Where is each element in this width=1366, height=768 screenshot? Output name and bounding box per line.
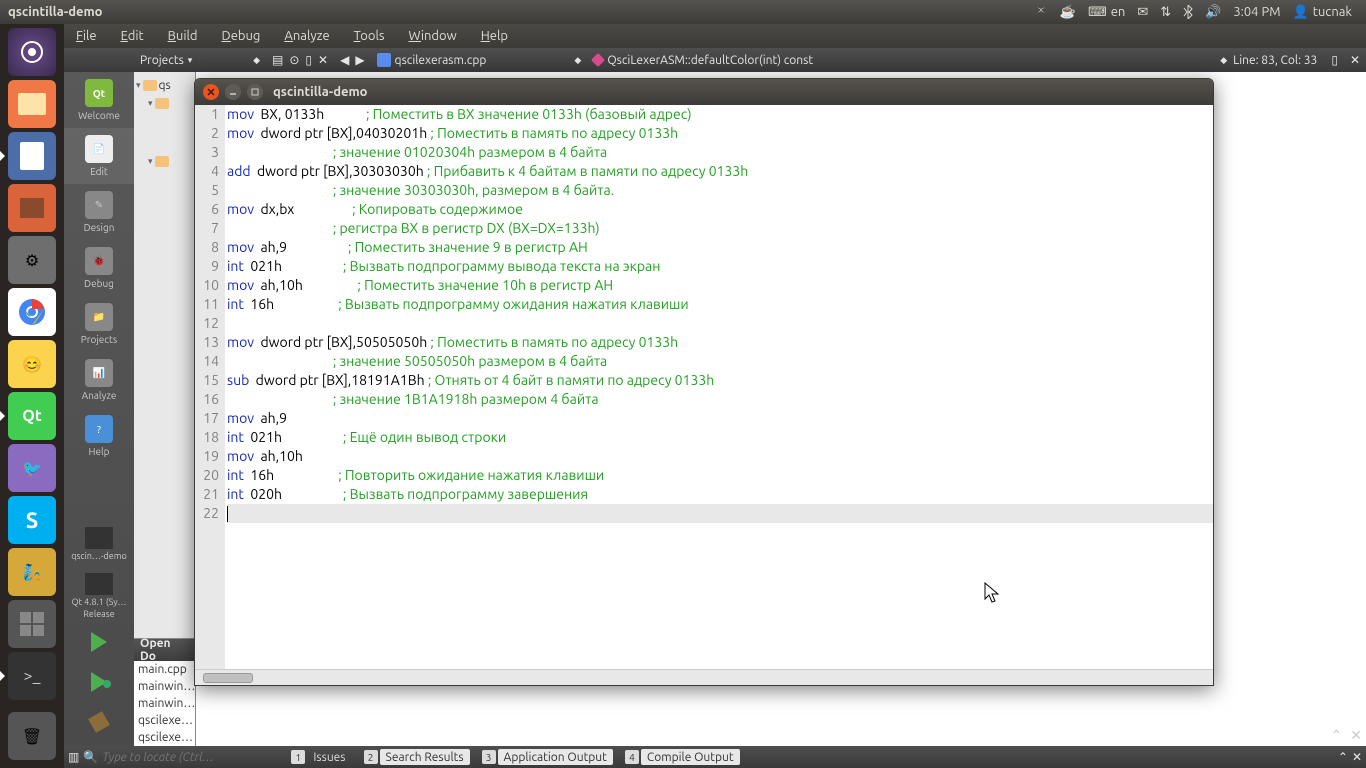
close-output-icon[interactable]: ✕	[1350, 727, 1362, 744]
projects-sidebar: ▾qs ▾ ▾ Open Do main.cpp mainwin… mainwi…	[134, 72, 196, 746]
system-menu-bar: qscintilla-demo ☕ ⌨ en ✉ ⇅ 🔊 3:04 PM 👤 t…	[0, 0, 1366, 24]
genie-icon[interactable]: 🧞	[8, 548, 56, 596]
open-doc-item[interactable]: main.cpp	[134, 661, 195, 678]
search-icon: 🔍	[83, 750, 98, 764]
filter-icon[interactable]: ▤	[272, 53, 283, 67]
projects-selector[interactable]: Projects ▾	[140, 54, 192, 67]
split-icon[interactable]: ▯	[305, 53, 312, 67]
editor-toolbar: Projects ▾ ◆ ▤ ⊙ ▯ ✕ ◀ ▶ qscilexerasm.cp…	[64, 48, 1366, 72]
mode-debug[interactable]: 🐞Debug	[64, 240, 134, 296]
horizontal-scrollbar[interactable]	[195, 669, 1213, 685]
nav-fwd-icon[interactable]: ▶	[355, 53, 364, 67]
dash-icon[interactable]	[8, 28, 56, 76]
terminal-icon[interactable]: >_	[8, 652, 56, 700]
menu-bar: File Edit Build Debug Analyze Tools Wind…	[64, 24, 1366, 48]
unity-launcher: ⚙ 😊 Qt 🐦 S 🧞 >_ 🗑	[0, 24, 64, 768]
sync-icon[interactable]: ⊙	[289, 53, 299, 67]
demo-window-title: qscintilla-demo	[273, 85, 368, 99]
output-tab-issues[interactable]: 1Issues	[287, 748, 355, 766]
menu-debug[interactable]: Debug	[222, 29, 261, 43]
chrome-icon[interactable]	[8, 288, 56, 336]
workspace-switcher-icon[interactable]	[8, 600, 56, 648]
messages-indicator[interactable]: ✉	[1137, 5, 1148, 20]
cup-indicator[interactable]: ☕	[1060, 5, 1076, 20]
keyboard-indicator[interactable]: ⌨ en	[1088, 5, 1125, 20]
output-collapse-icon[interactable]: ⌃	[1338, 750, 1348, 764]
symbol-selector[interactable]: QsciLexerASM::defaultColor(int) const ◆	[587, 48, 1233, 72]
minimize-icon[interactable]	[225, 84, 241, 100]
output-tab-search[interactable]: 2Search Results	[360, 748, 474, 766]
line-col-indicator[interactable]: Line: 83, Col: 33	[1233, 54, 1325, 67]
mode-analyze[interactable]: 📊Analyze	[64, 352, 134, 408]
file-tab[interactable]: qscilexerasm.cpp ◆	[371, 48, 588, 72]
open-documents-header[interactable]: Open Do	[134, 639, 195, 661]
mode-bar: QtWelcome 📄Edit ✎Design 🐞Debug 📁Projects…	[64, 72, 134, 746]
close-icon[interactable]	[203, 84, 219, 100]
open-doc-item[interactable]: qscilexe…	[134, 729, 195, 746]
skype-icon[interactable]: S	[8, 496, 56, 544]
output-tab-compile[interactable]: 4Compile Output	[621, 748, 744, 766]
window-title: qscintilla-demo	[8, 5, 103, 19]
close-doc-icon[interactable]: ✕	[1344, 53, 1366, 67]
trash-icon[interactable]: 🗑	[8, 712, 56, 760]
pidgin-icon[interactable]: 🐦	[8, 444, 56, 492]
symbol-icon	[591, 53, 605, 67]
menu-file[interactable]: File	[76, 29, 97, 43]
code-editor[interactable]: 12345678910111213141516171819202122 mov …	[195, 105, 1213, 669]
scrollbar-thumb[interactable]	[203, 673, 253, 683]
software-center-icon[interactable]	[8, 184, 56, 232]
output-bar: ▥ 🔍 1Issues 2Search Results 3Application…	[64, 746, 1366, 768]
folder-icon	[155, 156, 169, 167]
menu-tools[interactable]: Tools	[354, 29, 385, 43]
open-doc-item[interactable]: mainwin…	[134, 695, 195, 712]
line-number-gutter: 12345678910111213141516171819202122	[195, 105, 225, 669]
maximize-icon[interactable]	[247, 84, 263, 100]
menu-edit[interactable]: Edit	[121, 29, 144, 43]
minimize-output-icon[interactable]: ⌃	[1331, 727, 1343, 744]
folder-icon	[143, 80, 157, 91]
open-documents-panel: Open Do main.cpp mainwin… mainwin… qscil…	[134, 638, 195, 746]
emoji-app-icon[interactable]: 😊	[8, 340, 56, 388]
project-tree[interactable]: ▾qs ▾ ▾	[134, 72, 195, 638]
output-tab-app-output[interactable]: 3Application Output	[478, 748, 617, 766]
nav-back-icon[interactable]: ◀	[340, 53, 349, 67]
menu-analyze[interactable]: Analyze	[284, 29, 329, 43]
folder-icon	[155, 98, 169, 109]
locator-input[interactable]	[102, 751, 262, 764]
code-area[interactable]: mov BX, 0133h ; Поместить в BX значение …	[225, 105, 1213, 669]
menu-build[interactable]: Build	[168, 29, 198, 43]
mode-welcome[interactable]: QtWelcome	[64, 72, 134, 128]
menu-help[interactable]: Help	[481, 29, 508, 43]
toggle-sidebar-icon[interactable]: ▥	[68, 750, 79, 764]
open-documents-list[interactable]: main.cpp mainwin… mainwin… qscilexe… qsc…	[134, 661, 195, 746]
open-doc-item[interactable]: mainwin…	[134, 678, 195, 695]
locator[interactable]: 🔍	[83, 750, 283, 764]
mode-design[interactable]: ✎Design	[64, 184, 134, 240]
dropbox-indicator[interactable]	[1034, 5, 1048, 19]
files-icon[interactable]	[8, 80, 56, 128]
qscintilla-demo-window: qscintilla-demo 123456789101112131415161…	[194, 78, 1214, 686]
output-close-icon[interactable]: ✕	[1352, 750, 1362, 764]
text-editor-icon[interactable]	[8, 132, 56, 180]
build-button[interactable]	[64, 702, 134, 742]
mode-help[interactable]: ?Help	[64, 408, 134, 464]
settings-icon[interactable]: ⚙	[8, 236, 56, 284]
menu-window[interactable]: Window	[409, 29, 457, 43]
debug-run-button[interactable]	[64, 662, 134, 702]
bluetooth-indicator[interactable]	[1183, 5, 1193, 19]
demo-title-bar[interactable]: qscintilla-demo	[195, 79, 1213, 105]
clock[interactable]: 3:04 PM	[1233, 5, 1280, 19]
qt-creator-icon[interactable]: Qt	[8, 392, 56, 440]
volume-indicator[interactable]: 🔊	[1205, 5, 1221, 20]
split-editor-icon[interactable]: ▯	[1325, 53, 1344, 67]
user-menu[interactable]: 👤 tucnak	[1293, 5, 1352, 20]
open-doc-item[interactable]: qscilexe…	[134, 712, 195, 729]
build-config-selector[interactable]: Qt 4.8.1 (Sy…Release	[64, 570, 134, 622]
close-pane-icon[interactable]: ✕	[318, 53, 328, 67]
mode-edit[interactable]: 📄Edit	[64, 128, 134, 184]
mode-projects[interactable]: 📁Projects	[64, 296, 134, 352]
run-button[interactable]	[64, 622, 134, 662]
kit-selector[interactable]: qscin…-demo	[64, 518, 134, 570]
network-indicator[interactable]: ⇅	[1160, 5, 1171, 20]
